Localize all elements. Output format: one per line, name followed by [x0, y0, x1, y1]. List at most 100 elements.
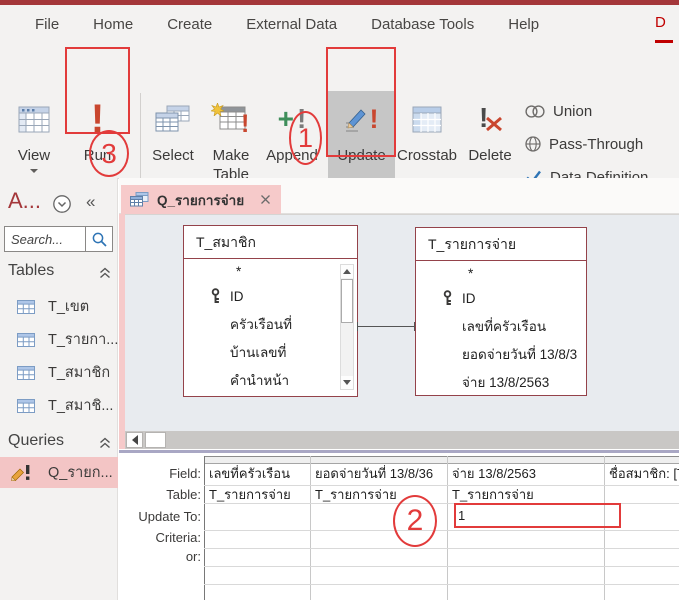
make-table-excl-icon: !	[241, 112, 249, 137]
delete-cross-icon	[485, 116, 503, 132]
menu-tab-file[interactable]: File	[18, 16, 76, 33]
menu-tab-design-partial[interactable]: D	[655, 5, 673, 44]
field-item[interactable]: บ้านเลขที่	[230, 343, 330, 363]
field-item[interactable]: คำนำหน้า	[230, 371, 330, 391]
field-item[interactable]: เลขที่ครัวเรือน	[462, 317, 584, 337]
grid-row-line	[204, 548, 679, 549]
search-input[interactable]	[5, 231, 85, 248]
grid-cell-field-1[interactable]: เลขที่ครัวเรือน	[209, 465, 307, 483]
grid-cell-field-2[interactable]: ยอดจ่ายวันที่ 13/8/36	[315, 465, 444, 483]
tables-collapse-chevron-icon[interactable]	[99, 266, 111, 284]
grid-row-line	[204, 530, 679, 531]
view-dropdown-caret-icon	[30, 169, 38, 173]
menu-tab-help[interactable]: Help	[491, 16, 556, 33]
grid-cell-table-1[interactable]: T_รายการจ่าย	[209, 486, 307, 504]
table-icon	[17, 333, 35, 347]
table-icon	[17, 399, 35, 413]
grid-row-label-update-to: Update To:	[124, 508, 201, 526]
crosstab-query-icon	[412, 91, 442, 147]
grid-column-divider	[604, 456, 605, 600]
sidebar-item-label: Q_รายก...	[48, 461, 113, 484]
view-icon	[18, 91, 50, 147]
delete-button-label: Delete	[468, 147, 511, 166]
close-icon	[260, 194, 271, 205]
field-item-star[interactable]: *	[468, 264, 473, 284]
grid-column-selector-strip[interactable]	[205, 456, 679, 464]
tab-title: Q_รายการจ่าย	[157, 189, 244, 211]
grid-row-label-field: Field:	[124, 465, 201, 483]
menu-tab-external-data[interactable]: External Data	[229, 16, 354, 33]
field-item[interactable]: จ่าย 13/8/2563	[462, 373, 586, 393]
sidebar-item-t-khet[interactable]: T_เขต	[0, 291, 118, 322]
scroll-down-button[interactable]	[341, 376, 353, 389]
grid-row-line	[204, 584, 679, 585]
grid-cell-field-3[interactable]: จ่าย 13/8/2563	[452, 465, 601, 483]
grid-column-divider	[447, 456, 448, 600]
table-card-t-samachik[interactable]: T_สมาชิก * ID ครัวเรือนที่ บ้านเลขที่ คำ…	[183, 225, 358, 397]
grid-cell-table-3[interactable]: T_รายการจ่าย	[452, 486, 601, 504]
union-button-label: Union	[553, 103, 592, 120]
menu-tab-database-tools[interactable]: Database Tools	[354, 16, 491, 33]
document-tab-query[interactable]: Q_รายการจ่าย	[121, 185, 281, 214]
crosstab-button-label: Crosstab	[397, 147, 457, 166]
annotation-run-rect	[65, 47, 130, 134]
field-list-scrollbar	[340, 264, 354, 390]
design-h-scrollbar-track[interactable]	[125, 431, 679, 449]
pass-through-button-label: Pass-Through	[549, 136, 643, 153]
menu-tab-home[interactable]: Home	[76, 16, 150, 33]
menu-tab-create[interactable]: Create	[150, 16, 229, 33]
grid-row-line	[204, 566, 679, 567]
sidebar-item-t-raika[interactable]: T_รายกา...	[0, 324, 118, 355]
view-button-label: View	[18, 147, 50, 166]
scroll-left-button[interactable]	[126, 432, 143, 448]
grid-border	[204, 456, 205, 600]
field-item[interactable]: ยอดจ่ายวันที่ 13/8/3	[462, 345, 586, 365]
nav-search-box	[4, 226, 113, 252]
sidebar-item-label: T_สมาชิก	[48, 361, 110, 384]
globe-icon	[524, 135, 542, 153]
annotation-step-1-circle: 1	[289, 111, 322, 165]
sidebar-item-t-samachi[interactable]: T_สมาชิ...	[0, 390, 118, 421]
queries-collapse-chevron-icon[interactable]	[99, 436, 111, 454]
join-line[interactable]	[358, 326, 415, 327]
tables-section-header[interactable]: Tables	[8, 262, 54, 280]
query-tab-icon	[130, 192, 149, 207]
search-icon	[91, 231, 108, 248]
field-item-id[interactable]: ID	[462, 289, 476, 309]
pass-through-button[interactable]: Pass-Through	[524, 133, 643, 155]
scrollbar-thumb[interactable]	[341, 279, 353, 323]
nav-pane-title[interactable]: A...	[8, 188, 41, 214]
table-icon	[17, 366, 35, 380]
h-scrollbar-thumb[interactable]	[145, 432, 166, 448]
field-item-id[interactable]: ID	[230, 287, 244, 307]
union-button[interactable]: Union	[524, 100, 592, 122]
sidebar-item-t-samachik[interactable]: T_สมาชิก	[0, 357, 118, 388]
nav-pane-menu-icon[interactable]	[52, 194, 72, 219]
access-window: File Home Create External Data Database …	[0, 0, 679, 600]
field-item[interactable]: ครัวเรือนที่	[230, 315, 330, 335]
primary-key-icon	[442, 290, 453, 309]
field-item-star[interactable]: *	[236, 262, 241, 282]
queries-section-header[interactable]: Queries	[8, 432, 64, 450]
make-table-icon: !	[211, 91, 251, 147]
table-card-t-raikarnchai[interactable]: T_รายการจ่าย * ID เลขที่ครัวเรือน ยอดจ่า…	[415, 227, 587, 396]
scroll-up-button[interactable]	[341, 265, 353, 278]
sidebar-item-label: T_รายกา...	[48, 328, 118, 351]
grid-cell-field-4[interactable]: ชื่อสมาชิก: [T	[609, 465, 679, 483]
delete-query-icon: !	[473, 91, 507, 147]
annotation-step-3-circle: 3	[89, 130, 129, 177]
grid-row-label-or: or:	[124, 548, 201, 566]
sidebar-item-q-raika[interactable]: Q_รายก...	[0, 457, 118, 488]
grid-row-label-criteria: Criteria:	[124, 529, 201, 547]
update-query-item-icon	[11, 464, 35, 481]
shutter-bar-collapse-button[interactable]: «	[86, 192, 95, 212]
primary-key-icon	[210, 288, 221, 307]
search-button[interactable]	[85, 227, 112, 251]
select-query-icon	[155, 91, 191, 147]
table-card-title: T_สมาชิก	[184, 226, 357, 259]
annotation-step-2-circle: 2	[393, 495, 437, 547]
join-end-tick	[357, 322, 358, 331]
grid-column-divider	[310, 456, 311, 600]
grid-row-label-table: Table:	[124, 486, 201, 504]
tab-close-button[interactable]	[258, 192, 273, 207]
